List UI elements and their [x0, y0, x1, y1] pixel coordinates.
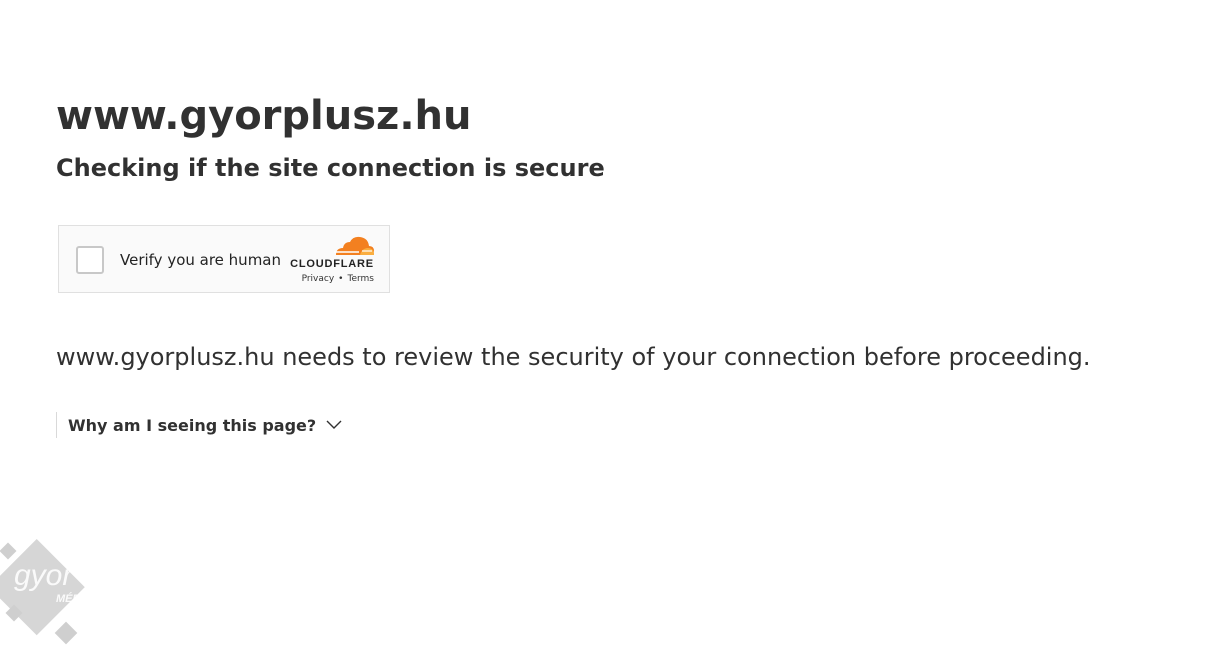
challenge-page: www.gyorplusz.hu Checking if the site co…: [0, 0, 1227, 647]
verify-checkbox[interactable]: [76, 246, 104, 274]
terms-link[interactable]: Terms: [347, 274, 374, 284]
cloudflare-cloud-icon: [334, 236, 374, 255]
page-title: www.gyorplusz.hu: [56, 93, 472, 139]
watermark-brand: gyor+: [14, 559, 90, 592]
verify-label: Verify you are human: [120, 251, 282, 269]
why-seeing-page-toggle[interactable]: Why am I seeing this page?: [56, 412, 342, 438]
page-subtitle: Checking if the site connection is secur…: [56, 154, 605, 182]
security-message: www.gyorplusz.hu needs to review the sec…: [56, 343, 1091, 371]
cloudflare-logo: CLOUDFLARE Privacy • Terms: [288, 235, 376, 285]
gyor-plusz-media-logo: gyor+ MÉDIA: [0, 539, 92, 645]
privacy-link[interactable]: Privacy: [302, 274, 335, 284]
watermark-sub: MÉDIA: [56, 592, 92, 605]
link-separator: •: [338, 274, 344, 284]
cloudflare-links: Privacy • Terms: [302, 273, 374, 285]
chevron-down-icon: [326, 420, 342, 429]
why-seeing-page-label: Why am I seeing this page?: [68, 415, 317, 435]
cloudflare-wordmark: CLOUDFLARE: [290, 258, 374, 270]
turnstile-widget: Verify you are human CLOUDFLARE Privacy •…: [58, 225, 390, 293]
